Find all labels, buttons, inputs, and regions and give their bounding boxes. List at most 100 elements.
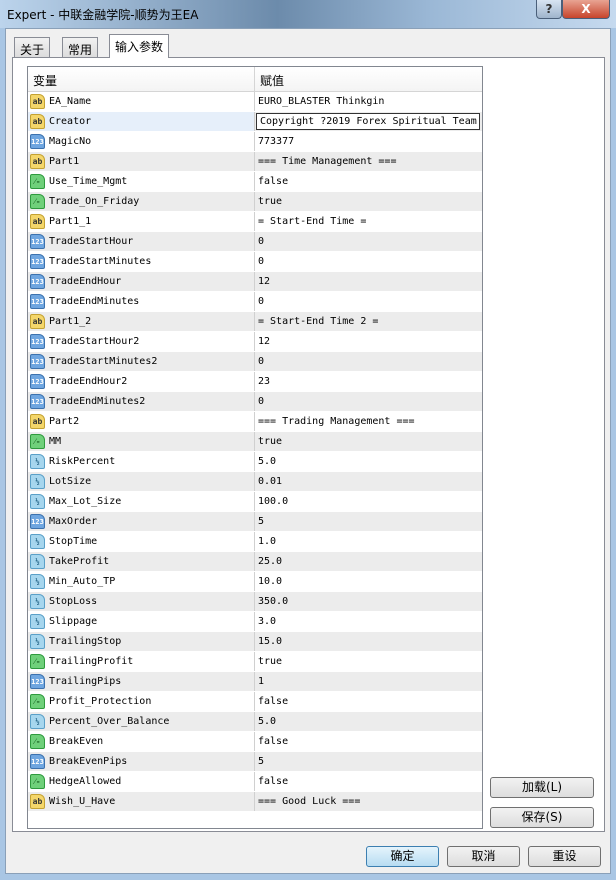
value-cell[interactable]: 23 xyxy=(255,372,482,391)
ok-button[interactable]: 确定 xyxy=(366,846,439,867)
value-cell[interactable]: 5 xyxy=(255,752,482,771)
variable-cell[interactable]: ab Part1 xyxy=(28,152,255,171)
variable-cell[interactable]: 123 TradeStartMinutes2 xyxy=(28,352,255,371)
variable-cell[interactable]: ½ Max_Lot_Size xyxy=(28,492,255,511)
variable-cell[interactable]: ab Part1_2 xyxy=(28,312,255,331)
value-cell[interactable]: 0.01 xyxy=(255,472,482,491)
variable-cell[interactable]: 123 TradeStartMinutes xyxy=(28,252,255,271)
table-row[interactable]: 123 TrailingPips 1 xyxy=(28,672,482,692)
value-cell[interactable]: true xyxy=(255,432,482,451)
value-cell[interactable]: false xyxy=(255,772,482,791)
variable-cell[interactable]: 123 MaxOrder xyxy=(28,512,255,531)
variable-cell[interactable]: ab Part1_1 xyxy=(28,212,255,231)
column-value[interactable]: 赋值 xyxy=(255,67,289,91)
variable-cell[interactable]: ⁄- Profit_Protection xyxy=(28,692,255,711)
table-row[interactable]: 123 MagicNo 773377 xyxy=(28,132,482,152)
table-row[interactable]: ab Part2 === Trading Management === xyxy=(28,412,482,432)
table-row[interactable]: 123 TradeStartMinutes2 0 xyxy=(28,352,482,372)
value-cell[interactable]: 0 xyxy=(255,252,482,271)
value-cell[interactable]: 0 xyxy=(255,392,482,411)
variable-cell[interactable]: 123 TradeEndMinutes2 xyxy=(28,392,255,411)
variable-cell[interactable]: 123 TradeEndHour xyxy=(28,272,255,291)
value-cell[interactable]: 0 xyxy=(255,292,482,311)
variable-cell[interactable]: ab Wish_U_Have xyxy=(28,792,255,811)
table-row[interactable]: ⁄- Profit_Protection false xyxy=(28,692,482,712)
table-row[interactable]: ab Part1_1 = Start-End Time = xyxy=(28,212,482,232)
variable-cell[interactable]: ½ StopLoss xyxy=(28,592,255,611)
table-row[interactable]: ½ RiskPercent 5.0 xyxy=(28,452,482,472)
variable-cell[interactable]: 123 TradeEndHour2 xyxy=(28,372,255,391)
variable-cell[interactable]: ab EA_Name xyxy=(28,92,255,111)
table-row[interactable]: ab EA_Name EURO_BLASTER Thinkgin xyxy=(28,92,482,112)
table-row[interactable]: 123 BreakEvenPips 5 xyxy=(28,752,482,772)
variable-cell[interactable]: ⁄- HedgeAllowed xyxy=(28,772,255,791)
save-button[interactable]: 保存(S) xyxy=(490,807,594,828)
value-cell[interactable]: 25.0 xyxy=(255,552,482,571)
variable-cell[interactable]: 123 BreakEvenPips xyxy=(28,752,255,771)
value-cell[interactable]: 15.0 xyxy=(255,632,482,651)
value-cell[interactable]: === Trading Management === xyxy=(255,412,482,431)
value-cell[interactable]: false xyxy=(255,732,482,751)
value-cell[interactable]: 0 xyxy=(255,232,482,251)
value-cell[interactable]: true xyxy=(255,652,482,671)
value-cell[interactable]: 5 xyxy=(255,512,482,531)
table-row[interactable]: 123 TradeStartHour2 12 xyxy=(28,332,482,352)
tab-common[interactable]: 常用 xyxy=(62,37,99,57)
table-row[interactable]: ⁄- BreakEven false xyxy=(28,732,482,752)
variable-cell[interactable]: 123 MagicNo xyxy=(28,132,255,151)
variable-cell[interactable]: ½ Min_Auto_TP xyxy=(28,572,255,591)
table-row[interactable]: ½ LotSize 0.01 xyxy=(28,472,482,492)
value-cell[interactable]: false xyxy=(255,692,482,711)
table-row[interactable]: ab Part1_2 = Start-End Time 2 = xyxy=(28,312,482,332)
table-row[interactable]: ⁄- HedgeAllowed false xyxy=(28,772,482,792)
close-button[interactable]: X xyxy=(562,0,610,19)
variable-cell[interactable]: 123 TradeEndMinutes xyxy=(28,292,255,311)
variable-cell[interactable]: ½ StopTime xyxy=(28,532,255,551)
value-cell[interactable]: 100.0 xyxy=(255,492,482,511)
value-cell[interactable]: 1 xyxy=(255,672,482,691)
table-row[interactable]: ½ Min_Auto_TP 10.0 xyxy=(28,572,482,592)
variable-cell[interactable]: ½ LotSize xyxy=(28,472,255,491)
table-row[interactable]: 123 TradeEndMinutes 0 xyxy=(28,292,482,312)
table-row[interactable]: ½ Slippage 3.0 xyxy=(28,612,482,632)
table-row[interactable]: ab Wish_U_Have === Good Luck === xyxy=(28,792,482,812)
value-cell[interactable]: = Start-End Time 2 = xyxy=(255,312,482,331)
value-cell[interactable]: === Time Management === xyxy=(255,152,482,171)
table-row[interactable]: ½ TakeProfit 25.0 xyxy=(28,552,482,572)
variable-cell[interactable]: ⁄- BreakEven xyxy=(28,732,255,751)
variable-cell[interactable]: ab Part2 xyxy=(28,412,255,431)
variable-cell[interactable]: ⁄- TrailingProfit xyxy=(28,652,255,671)
table-row[interactable]: 123 TradeEndHour 12 xyxy=(28,272,482,292)
table-row[interactable]: 123 TradeEndMinutes2 0 xyxy=(28,392,482,412)
table-row[interactable]: 123 TradeStartMinutes 0 xyxy=(28,252,482,272)
value-cell[interactable]: Copyright ?2019 Forex Spiritual Team xyxy=(256,113,480,130)
value-cell[interactable]: 0 xyxy=(255,352,482,371)
value-cell[interactable]: true xyxy=(255,192,482,211)
variable-cell[interactable]: ⁄- Trade_On_Friday xyxy=(28,192,255,211)
table-row[interactable]: ⁄- Trade_On_Friday true xyxy=(28,192,482,212)
variable-cell[interactable]: 123 TrailingPips xyxy=(28,672,255,691)
table-row[interactable]: 123 TradeEndHour2 23 xyxy=(28,372,482,392)
value-cell[interactable]: 10.0 xyxy=(255,572,482,591)
table-row[interactable]: ½ Max_Lot_Size 100.0 xyxy=(28,492,482,512)
table-row[interactable]: ⁄- Use_Time_Mgmt false xyxy=(28,172,482,192)
table-row[interactable]: 123 TradeStartHour 0 xyxy=(28,232,482,252)
table-row[interactable]: ab Creator Copyright ?2019 Forex Spiritual… xyxy=(28,112,482,132)
variable-cell[interactable]: ⁄- MM xyxy=(28,432,255,451)
value-cell[interactable]: = Start-End Time = xyxy=(255,212,482,231)
table-row[interactable]: 123 MaxOrder 5 xyxy=(28,512,482,532)
variable-cell[interactable]: ½ Slippage xyxy=(28,612,255,631)
variable-cell[interactable]: ½ RiskPercent xyxy=(28,452,255,471)
load-button[interactable]: 加载(L) xyxy=(490,777,594,798)
variable-cell[interactable]: ab Creator xyxy=(28,112,255,131)
table-row[interactable]: ⁄- MM true xyxy=(28,432,482,452)
value-cell[interactable]: false xyxy=(255,172,482,191)
value-cell[interactable]: EURO_BLASTER Thinkgin xyxy=(255,92,482,111)
value-cell[interactable]: 12 xyxy=(255,332,482,351)
variable-cell[interactable]: 123 TradeStartHour2 xyxy=(28,332,255,351)
variable-cell[interactable]: 123 TradeStartHour xyxy=(28,232,255,251)
table-row[interactable]: ½ TrailingStop 15.0 xyxy=(28,632,482,652)
column-variable[interactable]: 变量 xyxy=(28,67,255,91)
tab-about[interactable]: 关于 xyxy=(14,37,51,57)
value-cell[interactable]: 5.0 xyxy=(255,712,482,731)
